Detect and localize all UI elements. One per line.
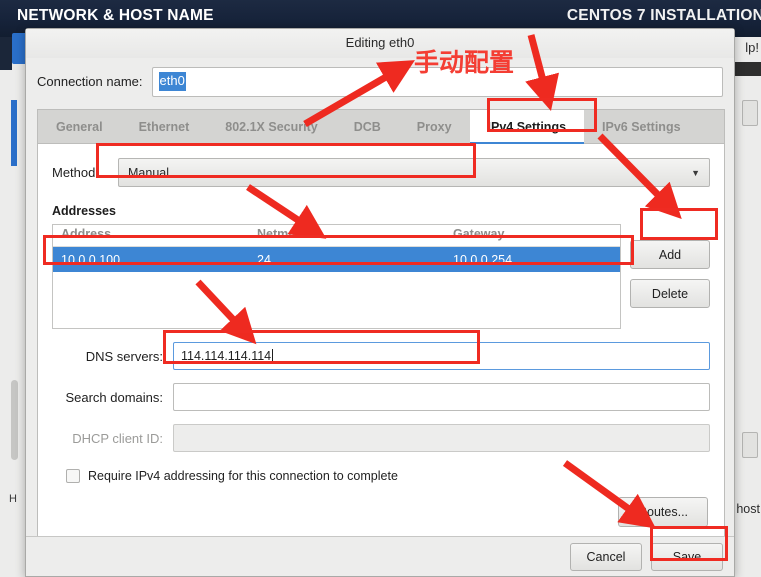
tab-dcb[interactable]: DCB: [336, 110, 399, 143]
tab-label: General: [56, 119, 103, 134]
search-domains-input[interactable]: [173, 383, 710, 411]
search-domains-row: Search domains:: [52, 383, 710, 411]
require-ipv4-row[interactable]: Require IPv4 addressing for this connect…: [52, 469, 710, 483]
dialog-title: Editing eth0: [345, 35, 415, 50]
addresses-area: Address Netmask Gateway 10.0.0.100 24 10…: [52, 224, 710, 329]
dhcp-client-id-label: DHCP client ID:: [72, 430, 163, 446]
column-header-netmask: Netmask: [257, 227, 310, 241]
routes-button[interactable]: Routes...: [618, 497, 708, 527]
installer-header-edge: [0, 37, 12, 70]
tab-proxy[interactable]: Proxy: [399, 110, 470, 143]
addresses-table-header: Address Netmask Gateway: [53, 225, 620, 247]
addresses-buttons: Add Delete: [630, 224, 710, 308]
chevron-down-icon: ▼: [691, 167, 700, 178]
require-ipv4-label: Require IPv4 addressing for this connect…: [88, 469, 398, 483]
dhcp-client-id-input: [173, 424, 710, 452]
connection-name-label: Connection name:: [37, 74, 143, 89]
cell-address: 10.0.0.100: [61, 252, 121, 267]
text-caret: [272, 349, 274, 363]
installer-right-button-bottom[interactable]: [742, 432, 758, 458]
tab-label: IPv4 Settings: [487, 119, 567, 134]
addresses-table[interactable]: Address Netmask Gateway 10.0.0.100 24 10…: [52, 224, 621, 329]
delete-button[interactable]: Delete: [630, 279, 710, 308]
method-row: Method: Manual ▼: [52, 158, 710, 187]
dns-servers-input[interactable]: 114.114.114.114: [173, 342, 710, 370]
method-label: Method:: [52, 165, 99, 180]
column-header-address: Address: [61, 227, 112, 241]
installer-left-scrollbar[interactable]: [11, 380, 18, 460]
routes-row: Routes...: [52, 497, 710, 527]
method-dropdown[interactable]: Manual ▼: [118, 158, 710, 187]
installer-left-accent: [11, 100, 17, 166]
tab-ethernet[interactable]: Ethernet: [121, 110, 208, 143]
connection-name-value: eth0: [158, 72, 186, 91]
screen: H host NETWORK & HOST NAME CENTOS 7 INST…: [0, 0, 761, 577]
tab-label: DCB: [353, 119, 381, 134]
tab-ipv4-settings[interactable]: IPv4 Settings: [469, 110, 585, 144]
dhcp-client-id-row: DHCP client ID:: [52, 424, 710, 452]
tab-label: Ethernet: [138, 119, 190, 134]
tab-label: 802.1X Security: [225, 119, 318, 134]
cancel-button[interactable]: Cancel: [570, 542, 642, 571]
table-row[interactable]: 10.0.0.100 24 10.0.0.254: [53, 247, 620, 272]
installer-help-text: lp!: [745, 40, 759, 55]
editing-connection-dialog: Editing eth0 Connection name: eth0 Gener…: [25, 28, 735, 577]
tab-label: Proxy: [416, 119, 452, 134]
installer-left-text: H: [9, 493, 17, 505]
tab-bar: General Ethernet 802.1X Security DCB Pro…: [38, 110, 724, 144]
require-ipv4-checkbox[interactable]: [66, 469, 80, 483]
dns-servers-label: DNS servers:: [85, 348, 163, 364]
tab-label: IPv6 Settings: [602, 119, 681, 134]
ipv4-settings-page: Method: Manual ▼ Addresses Address Netma…: [38, 144, 724, 537]
installer-right-button-top[interactable]: [742, 100, 758, 126]
method-value: Manual: [128, 165, 169, 180]
settings-notebook: General Ethernet 802.1X Security DCB Pro…: [37, 109, 725, 537]
annotation-chinese-note: 手动配置: [414, 49, 515, 77]
installer-host-text: host: [736, 502, 760, 516]
dns-servers-row: DNS servers: 114.114.114.114: [52, 342, 710, 370]
dialog-action-bar: Cancel Save: [26, 536, 734, 576]
installer-branding: CENTOS 7 INSTALLATION: [566, 7, 761, 24]
cell-netmask: 24: [257, 252, 271, 267]
add-button[interactable]: Add: [630, 240, 710, 269]
connection-name-row: Connection name: eth0: [26, 58, 734, 105]
addresses-section-title: Addresses: [52, 204, 116, 218]
tab-general[interactable]: General: [38, 110, 121, 143]
cell-gateway: 10.0.0.254: [453, 252, 513, 267]
search-domains-label: Search domains:: [65, 389, 163, 405]
tab-ipv6-settings[interactable]: IPv6 Settings: [584, 110, 699, 143]
page-title: NETWORK & HOST NAME: [17, 7, 214, 24]
column-header-gateway: Gateway: [453, 227, 505, 241]
dns-servers-value: 114.114.114.114: [181, 349, 272, 363]
save-button[interactable]: Save: [651, 542, 723, 571]
dialog-titlebar: Editing eth0: [26, 29, 734, 58]
tab-8021x-security[interactable]: 802.1X Security: [207, 110, 335, 143]
